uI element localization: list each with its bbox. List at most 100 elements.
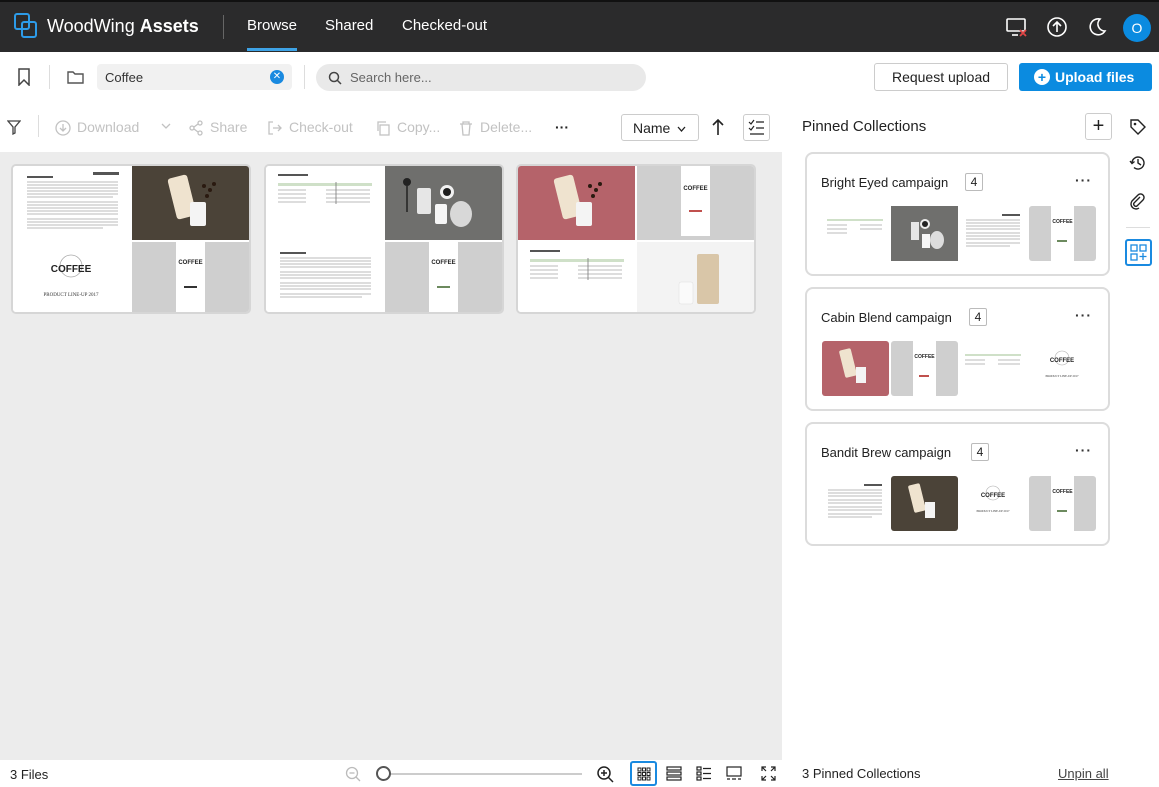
search-icon	[328, 71, 342, 85]
thumbnail-spreadsheet	[266, 166, 383, 240]
thumbnail-coffee-bag-dark	[132, 166, 249, 240]
collection-thumb-flyer: COFFEE	[891, 341, 958, 396]
checklist-icon	[748, 119, 764, 135]
copy-icon	[377, 121, 390, 136]
woodwing-logo-icon[interactable]	[14, 13, 38, 39]
thumbnail-coffee-pack-white	[637, 242, 754, 312]
grid-view-icon	[637, 767, 651, 781]
request-upload-button[interactable]: Request upload	[874, 63, 1008, 91]
pinned-collection-card[interactable]: Bright Eyed campaign 4 ··· COFFEE	[805, 152, 1110, 276]
delete-button[interactable]: Delete...	[458, 119, 532, 136]
clear-folder-icon[interactable]: ✕	[270, 70, 284, 84]
pinned-collections-toggle[interactable]	[1125, 239, 1152, 266]
collection-thumb-coffee-set	[891, 206, 958, 261]
collection-more-button[interactable]: ···	[1075, 307, 1092, 323]
check-out-button[interactable]: Check-out	[267, 119, 353, 135]
check-out-icon	[268, 121, 282, 135]
divider	[1126, 227, 1150, 228]
zoom-in-icon[interactable]	[596, 765, 614, 783]
thumbnail-coffee-bag-red	[518, 166, 635, 240]
brand-name-bold: Assets	[139, 16, 199, 36]
upload-files-button[interactable]: + Upload files	[1019, 63, 1152, 91]
folder-filter-pill[interactable]: Coffee ✕	[97, 64, 292, 90]
pinned-collections-title: Pinned Collections	[802, 118, 927, 135]
brand-name: WoodWing Assets	[47, 16, 199, 37]
sort-ascending-arrow-icon[interactable]	[711, 118, 725, 136]
add-pinned-collection-button[interactable]: +	[1085, 113, 1112, 140]
search-box[interactable]	[316, 64, 646, 91]
multi-select-button[interactable]	[743, 114, 770, 141]
asset-card[interactable]: COFFEE	[264, 164, 504, 314]
collection-name: Bright Eyed campaign	[821, 175, 949, 190]
copy-button[interactable]: Copy...	[375, 119, 440, 136]
list-view-icon[interactable]	[666, 766, 682, 781]
tab-browse[interactable]: Browse	[247, 17, 298, 51]
filter-icon[interactable]	[7, 120, 21, 135]
collection-thumb-spreadsheet	[822, 206, 889, 261]
share-button[interactable]: Share	[188, 119, 247, 136]
spreadsheet-graphic	[530, 250, 624, 280]
thumbnail-coffee-flyer: COFFEE	[637, 166, 754, 240]
tab-checked-out[interactable]: Checked-out	[402, 17, 487, 34]
side-rail	[1118, 102, 1159, 787]
download-button[interactable]: Download	[55, 119, 139, 136]
trash-icon	[460, 121, 472, 136]
dark-mode-moon-icon[interactable]	[1086, 16, 1108, 38]
search-input[interactable]	[350, 69, 630, 86]
pinned-collections-panel: Pinned Collections + Bright Eyed campaig…	[782, 102, 1118, 787]
flyer-graphic: COFFEE	[681, 166, 710, 236]
coffee-logo-text: COFFEE	[981, 493, 1005, 499]
screen-off-icon[interactable]	[1006, 16, 1028, 38]
plus-circle-icon: +	[1034, 69, 1050, 85]
divider	[38, 115, 39, 137]
coffee-bag-cup-graphic	[553, 174, 602, 226]
grid-view-button[interactable]	[630, 761, 657, 786]
coffee-logo-text: COFFEE	[914, 354, 935, 360]
upload-status-icon[interactable]	[1046, 16, 1068, 38]
folder-filter-label: Coffee	[105, 70, 144, 85]
detail-list-view-icon[interactable]	[696, 766, 712, 781]
asset-toolbar: Download Share Check-out Copy... Delete.…	[0, 102, 782, 152]
document-lines-graphic	[27, 172, 119, 229]
pinned-collection-card[interactable]: Cabin Blend campaign 4 ··· COFFEE COFFEE…	[805, 287, 1110, 411]
attachment-link-icon[interactable]	[1129, 193, 1147, 211]
tag-icon[interactable]	[1129, 118, 1147, 136]
collection-count-badge: 4	[965, 173, 983, 191]
fullscreen-icon[interactable]	[761, 766, 776, 781]
zoom-out-icon[interactable]	[345, 766, 361, 782]
collection-thumb-product-lineup: COFFEE PRODUCT LINE-UP 2017	[960, 476, 1027, 531]
upload-files-label: Upload files	[1055, 69, 1135, 85]
collection-thumb-spreadsheet	[960, 341, 1027, 396]
asset-card[interactable]: COFFEE PRODUCT LINE-UP 2017 COFFEE	[11, 164, 251, 314]
pinned-collection-card[interactable]: Bandit Brew campaign 4 ··· COFFEE PRODUCT…	[805, 422, 1110, 546]
chevron-down-icon[interactable]	[161, 123, 171, 129]
coffee-logo-text: COFFEE	[1052, 219, 1073, 225]
asset-card[interactable]: COFFEE	[516, 164, 756, 314]
bookmark-icon[interactable]	[17, 68, 31, 86]
collection-thumb-document	[822, 476, 889, 531]
product-lineup-text: PRODUCT LINE-UP 2017	[1045, 374, 1079, 378]
chevron-down-icon	[677, 126, 686, 132]
more-actions-button[interactable]: ···	[555, 119, 569, 135]
divider	[304, 65, 305, 89]
unpin-all-link[interactable]: Unpin all	[1058, 766, 1109, 781]
zoom-slider-handle[interactable]	[376, 766, 391, 781]
nav-divider	[223, 15, 224, 39]
thumbnail-text-document	[266, 242, 383, 312]
divider	[49, 65, 50, 89]
user-avatar[interactable]: O	[1123, 14, 1151, 42]
collection-more-button[interactable]: ···	[1075, 442, 1092, 458]
coffee-logo-graphic: COFFEE PRODUCT LINE-UP 2017	[43, 254, 99, 298]
status-bar: 3 Files	[0, 760, 782, 787]
location-bar: Coffee ✕ Request upload + Upload files	[0, 52, 1159, 102]
collection-name: Bandit Brew campaign	[821, 445, 952, 460]
sort-field-dropdown[interactable]: Name	[621, 114, 699, 141]
collection-more-button[interactable]: ···	[1075, 172, 1092, 188]
thumbnail-coffee-set-gray	[385, 166, 502, 240]
coffee-logo-text: COFFEE	[51, 264, 92, 275]
folder-icon[interactable]	[67, 70, 84, 84]
filmstrip-view-icon[interactable]	[726, 766, 742, 781]
tab-shared[interactable]: Shared	[325, 17, 373, 34]
history-icon[interactable]	[1129, 154, 1147, 172]
zoom-slider-track[interactable]	[383, 773, 582, 775]
